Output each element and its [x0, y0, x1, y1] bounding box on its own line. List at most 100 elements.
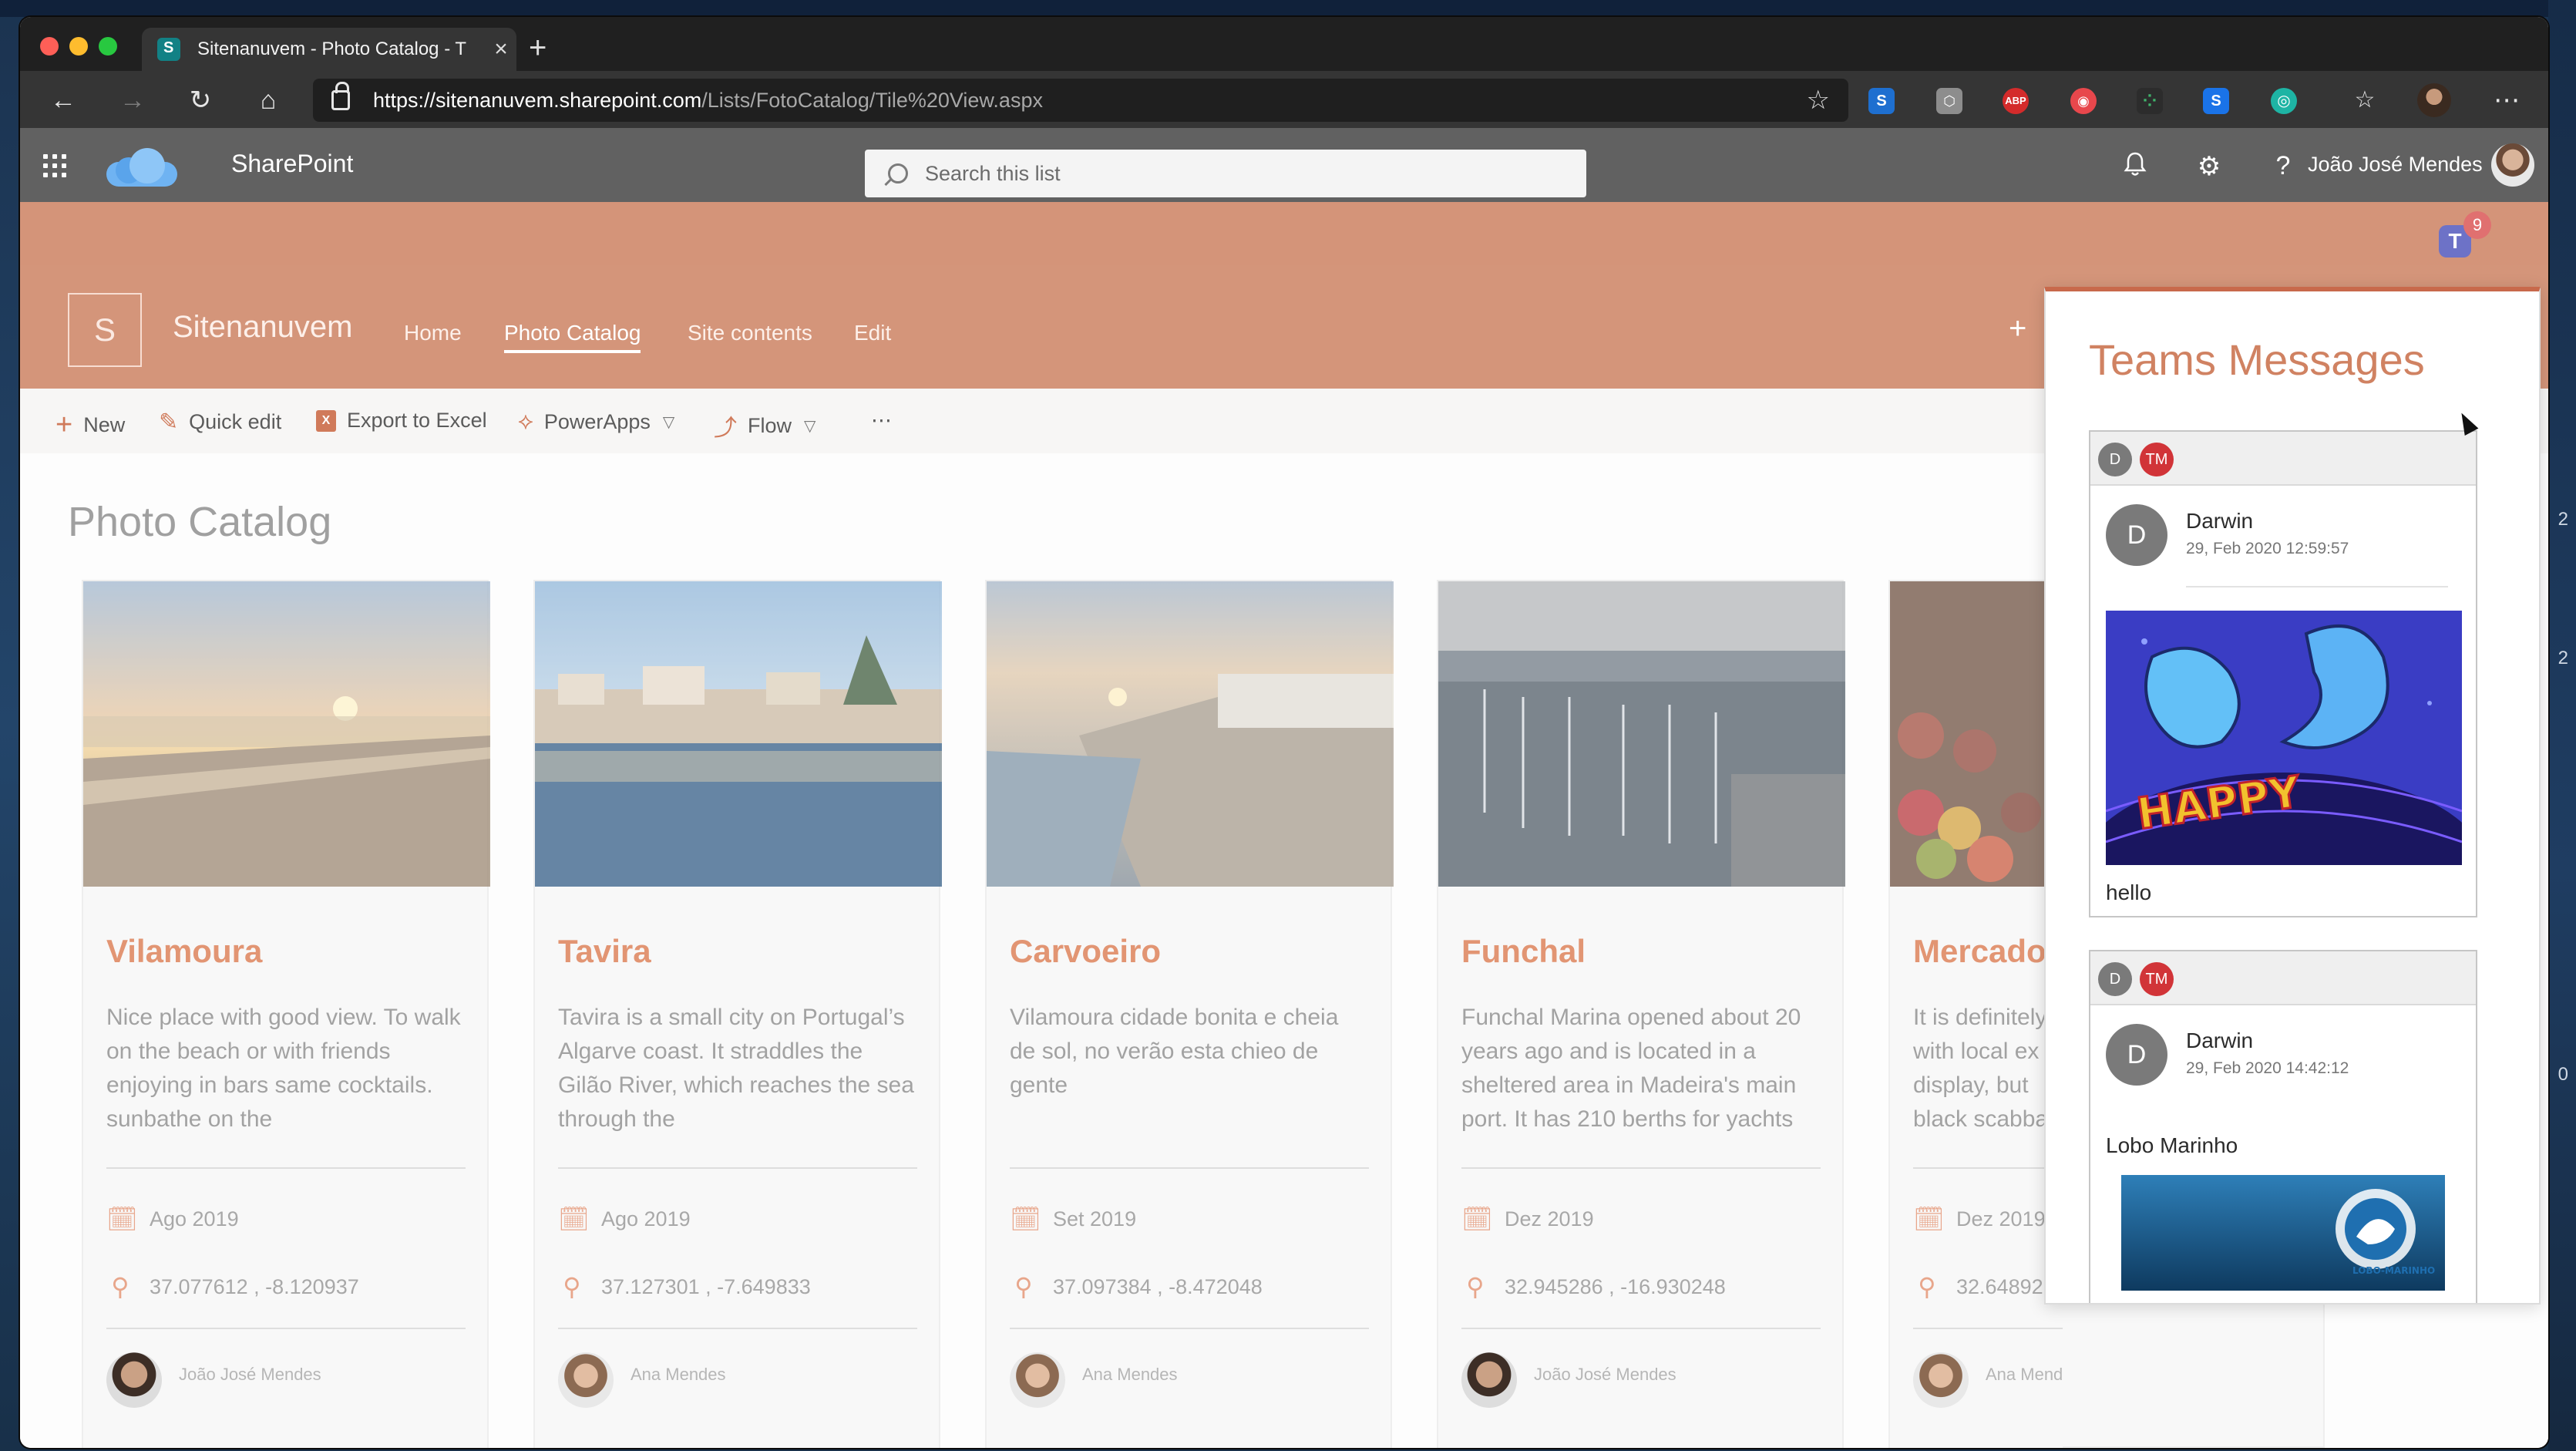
tile-title[interactable]: Mercado	[1913, 933, 2046, 970]
help-icon[interactable]: ?	[2266, 151, 2300, 181]
tile-author: João José Mendes	[179, 1365, 321, 1384]
tile-divider	[106, 1167, 466, 1169]
teams-icon[interactable]: T 9	[2439, 211, 2491, 259]
browser-toolbar: ← → ↻ ⌂ https://sitenanuvem.sharepoint.c…	[20, 71, 2548, 128]
onedrive-cloud-icon	[106, 146, 177, 187]
new-label: New	[83, 413, 126, 436]
photo-vilamoura	[83, 581, 490, 887]
quick-edit-button[interactable]: ✎ Quick edit	[159, 409, 281, 436]
profile-avatar[interactable]	[2417, 83, 2451, 117]
user-avatar[interactable]	[2491, 143, 2534, 187]
gear-icon[interactable]: ⚙	[2192, 151, 2226, 182]
flow-button[interactable]: ⤴ Flow ▽	[714, 409, 816, 443]
search-input[interactable]: Search this list	[865, 150, 1586, 197]
photo-mercado	[1890, 581, 2063, 887]
desktop-label: 2	[2558, 509, 2568, 530]
extension-grid-icon[interactable]: ⁘	[2137, 88, 2163, 114]
tile-divider	[558, 1328, 917, 1329]
more-options-icon[interactable]: ⋯	[2490, 83, 2524, 117]
message-text: hello	[2106, 880, 2152, 904]
tile-date: 🗓 Dez 2019	[1913, 1204, 2046, 1234]
tile-title[interactable]: Tavira	[558, 933, 651, 970]
maximize-window-button[interactable]	[99, 37, 117, 56]
new-tab-icon[interactable]: +	[529, 31, 546, 66]
back-arrow-icon[interactable]: ←	[46, 83, 80, 117]
nav-photo-catalog[interactable]: Photo Catalog	[504, 321, 641, 353]
photo-tile[interactable]: Vilamoura Nice place with good view. To …	[82, 580, 490, 1448]
author-avatar	[1913, 1352, 1969, 1408]
tile-title[interactable]: Carvoeiro	[1010, 933, 1161, 970]
photo-tile[interactable]: Tavira Tavira is a small city on Portuga…	[533, 580, 942, 1448]
tile-description: Vilamoura cidade bonita e cheia de sol, …	[1010, 1005, 1339, 1098]
tab-close-icon[interactable]: ×	[486, 36, 516, 62]
close-window-button[interactable]	[40, 37, 59, 56]
bell-icon[interactable]	[2118, 151, 2152, 184]
quick-edit-label: Quick edit	[189, 410, 282, 433]
powerapps-button[interactable]: ⟡ PowerApps ▽	[518, 409, 674, 435]
photo-carvoeiro	[987, 581, 1394, 887]
more-commands-icon[interactable]: ⋯	[871, 409, 892, 433]
tile-location: ⚲ 32.945286 , -16.930248	[1461, 1272, 1725, 1301]
powerapps-icon: ⟡	[518, 409, 533, 434]
tile-coords: 37.077612 , -8.120937	[150, 1274, 359, 1298]
extension-box-icon[interactable]: ⬡	[1936, 88, 1962, 114]
export-to-excel-button[interactable]: X Export to Excel	[316, 409, 487, 433]
url-path: /Lists/FotoCatalog/Tile%20View.aspx	[701, 88, 1043, 112]
tile-divider	[1913, 1167, 2063, 1169]
tile-description: It is definitely with local ex display, …	[1913, 1005, 2049, 1132]
tile-date: 🗓 Dez 2019	[1461, 1204, 1594, 1234]
photo-tile[interactable]: Funchal Funchal Marina opened about 20 y…	[1437, 580, 1845, 1448]
sharepoint-app-name[interactable]: SharePoint	[231, 150, 353, 178]
tile-date-text: Ago 2019	[601, 1207, 691, 1230]
message-header: D TM	[2090, 951, 2476, 1005]
photo-tavira	[535, 581, 942, 887]
tile-author: Ana Mendes	[1082, 1365, 1178, 1384]
extension-teal-icon[interactable]: ◎	[2271, 88, 2297, 114]
site-logo[interactable]: S	[68, 293, 142, 367]
photo-tile[interactable]: Mercado It is definitely with local ex d…	[1888, 580, 2063, 1448]
extension-circle-icon[interactable]: ◉	[2070, 88, 2097, 114]
minimize-window-button[interactable]	[69, 37, 88, 56]
browser-tab[interactable]: Sitenanuvem - Photo Catalog - T ×	[142, 28, 516, 71]
desktop-menubar	[0, 0, 2576, 17]
nav-edit[interactable]: Edit	[854, 321, 891, 345]
calendar-icon: 🗓	[1461, 1205, 1493, 1233]
favorites-icon[interactable]: ☆	[2348, 83, 2382, 117]
tile-divider	[558, 1167, 917, 1169]
nav-home[interactable]: Home	[404, 321, 462, 345]
reload-icon[interactable]: ↻	[183, 83, 217, 117]
extension-s-blue-icon[interactable]: S	[2203, 88, 2229, 114]
address-bar[interactable]: https://sitenanuvem.sharepoint.com/Lists…	[313, 79, 1848, 122]
teams-message-card[interactable]: D TM D Darwin 29, Feb 2020 12:59:57 HAPP…	[2089, 430, 2477, 917]
lobo-marinho-logo-text: LOBO-MARINHO	[2352, 1265, 2435, 1276]
bookmark-star-icon[interactable]: ☆	[1807, 85, 1830, 116]
forward-arrow-icon[interactable]: →	[116, 83, 150, 117]
tile-location: ⚲ 37.127301 , -7.649833	[558, 1272, 811, 1301]
author-avatar	[558, 1352, 614, 1408]
photo-tile[interactable]: Carvoeiro Vilamoura cidade bonita e chei…	[985, 580, 1394, 1448]
sharepoint-suite-bar: SharePoint Search this list ⚙ ? João Jos…	[20, 128, 2548, 202]
home-icon[interactable]: ⌂	[251, 83, 285, 117]
new-button[interactable]: + New	[55, 409, 125, 442]
tile-title[interactable]: Funchal	[1461, 933, 1586, 970]
calendar-icon: 🗓	[106, 1205, 138, 1233]
extension-s-icon[interactable]: S	[1868, 88, 1895, 114]
tile-coords: 37.127301 , -7.649833	[601, 1274, 811, 1298]
app-launcher-icon[interactable]	[43, 154, 66, 177]
add-icon[interactable]: +	[2009, 311, 2026, 346]
adblock-plus-icon[interactable]: ABP	[2003, 88, 2029, 114]
nav-site-contents[interactable]: Site contents	[688, 321, 812, 345]
tile-coords: 37.097384 , -8.472048	[1053, 1274, 1263, 1298]
user-name[interactable]: João José Mendes	[2308, 153, 2483, 177]
tile-author: João José Mendes	[1534, 1365, 1676, 1384]
tile-title[interactable]: Vilamoura	[106, 933, 262, 970]
search-placeholder: Search this list	[925, 161, 1061, 185]
calendar-icon: 🗓	[1913, 1205, 1945, 1233]
tile-date-text: Dez 2019	[1505, 1207, 1594, 1230]
teams-unread-count: 9	[2463, 211, 2491, 239]
sharepoint-favicon-icon	[157, 38, 180, 61]
site-title[interactable]: Sitenanuvem	[173, 310, 352, 345]
sender-name: Darwin	[2186, 1028, 2254, 1052]
pencil-icon: ✎	[159, 409, 179, 435]
teams-message-card[interactable]: D TM D Darwin 29, Feb 2020 14:42:12 Lobo…	[2089, 950, 2477, 1303]
